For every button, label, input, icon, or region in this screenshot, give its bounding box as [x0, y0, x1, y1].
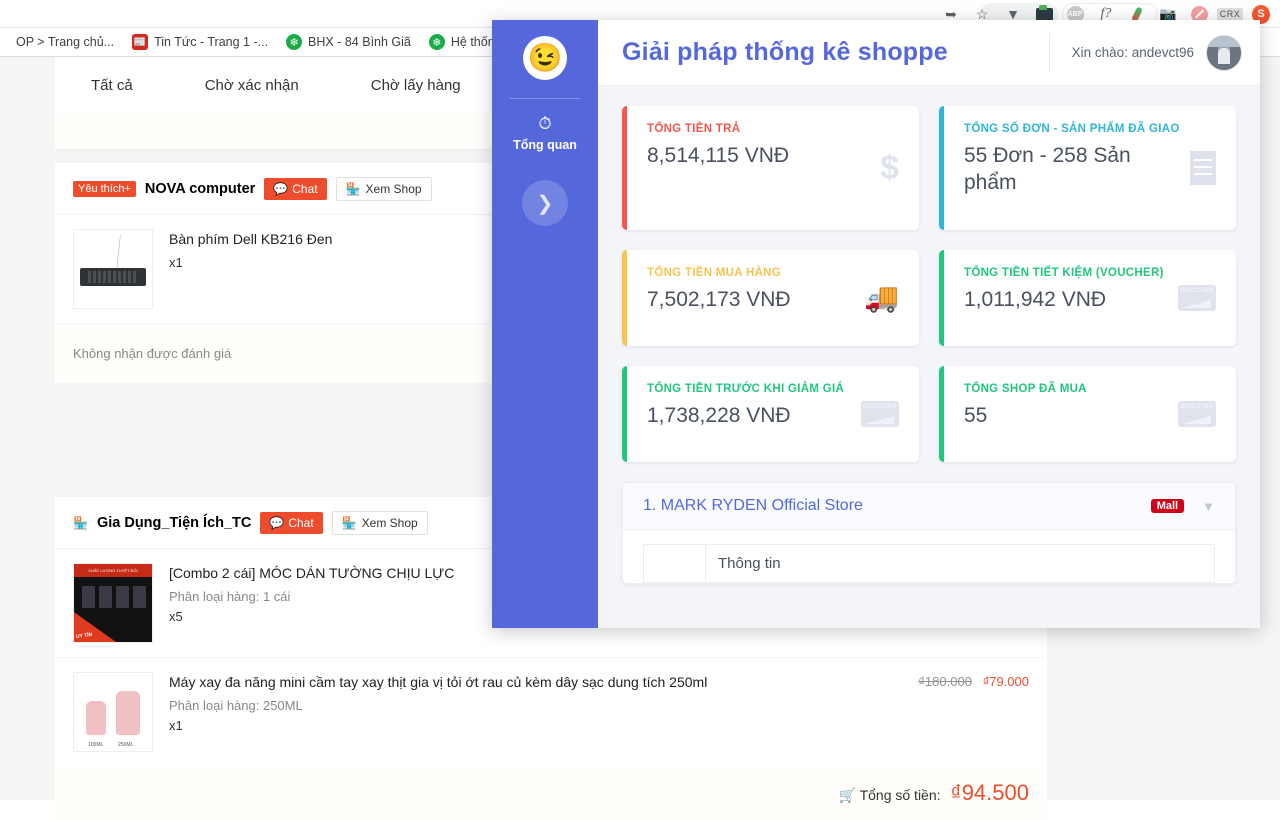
bookmark-label: Tin Tức - Trang 1 -... [154, 35, 269, 49]
greeting-text: Xin chào: andevct96 [1071, 45, 1194, 60]
product-quantity: x1 [169, 718, 183, 733]
table-header-blank [643, 544, 706, 583]
bookmark-item[interactable]: ❄ BHX - 84 Bình Giã [286, 34, 411, 50]
product-quantity: x5 [169, 609, 183, 624]
tab-cho-lay-hang[interactable]: Chờ lấy hàng [335, 77, 497, 94]
dollar-icon: $ [880, 149, 899, 187]
stat-value: 55 [964, 404, 988, 427]
bookmark-label: OP > Trang chủ... [16, 35, 115, 49]
stat-card-tong-tien-tiet-kiem: TỔNG TIỀN TIẾT KIỆM (VOUCHER) 1,011,942 … [939, 250, 1236, 346]
receipt-icon [1190, 151, 1216, 185]
shop-detail-table: Thông tin [643, 544, 1215, 583]
truck-icon: 🚚 [864, 282, 899, 313]
bookmark-favicon: 📰 [132, 34, 149, 50]
credit-card-icon: DISCOVER [1178, 285, 1216, 311]
bookmark-favicon: ❄ [428, 34, 445, 50]
order-total-bar: 🛒 Tổng số tiền: ₫94.500 [55, 766, 1047, 820]
chat-icon: 💬 [269, 515, 285, 530]
bookmark-item[interactable]: 📰 Tin Tức - Trang 1 -... [132, 34, 268, 50]
shop-panel-header[interactable]: 1. MARK RYDEN Official Store Mall ▼ [623, 483, 1235, 530]
app-body: TỔNG TIỀN TRẢ 8,514,115 VNĐ $ TỔNG SỐ ĐƠ… [598, 86, 1260, 628]
shop-name[interactable]: NOVA computer [145, 181, 255, 197]
product-title: Bàn phím Dell KB216 Đen [169, 231, 333, 247]
dashboard-gauge-icon: ⏱ [538, 114, 552, 133]
product-thumbnail: CHẤT LƯỢNG TUYỆT ĐỐI UY TÍN [73, 563, 153, 643]
app-header: Giải pháp thống kê shoppe Xin chào: ande… [598, 20, 1260, 86]
tab-tat-ca[interactable]: Tất cả [55, 77, 169, 94]
stat-card-tong-tien-tra: TỔNG TIỀN TRẢ 8,514,115 VNĐ $ [622, 106, 919, 230]
shop-name[interactable]: Gia Dụng_Tiện Ích_TC [97, 515, 251, 531]
total-label: Tổng số tiền: [859, 787, 941, 803]
app-sidebar: 😉 ⏱ Tổng quan ❯ [492, 20, 598, 628]
view-shop-button[interactable]: 🏪 Xem Shop [331, 510, 428, 535]
view-shop-label: Xem Shop [361, 515, 418, 530]
wink-face-icon: 😉 [523, 36, 567, 80]
stat-label: TỔNG TIỀN TIẾT KIỆM (VOUCHER) [964, 267, 1164, 279]
total-amount: ₫94.500 [950, 780, 1029, 805]
chat-button[interactable]: 💬 Chat [264, 177, 327, 200]
tab-cho-xac-nhan[interactable]: Chờ xác nhận [169, 77, 335, 94]
stat-value: 1,011,942 VNĐ [964, 288, 1107, 311]
stat-value: 7,502,173 VNĐ [647, 288, 791, 311]
stat-card-tong-shop-da-mua: TỔNG SHOP ĐÃ MUA 55 DISCOVER [939, 366, 1236, 462]
chevron-right-icon[interactable]: ❯ [522, 180, 568, 226]
sidebar-item-tong-quan[interactable]: ⏱ Tổng quan [513, 115, 577, 152]
stat-label: TỔNG SHOP ĐÃ MUA [964, 383, 1087, 395]
product-variant: Phân loại hàng: 250ML [169, 698, 303, 713]
view-shop-label: Xem Shop [365, 181, 422, 196]
product-thumbnail [73, 229, 153, 309]
stat-label: TỔNG TIỀN TRẢ [647, 123, 741, 135]
sidebar-divider [510, 98, 580, 99]
shop-panel: 1. MARK RYDEN Official Store Mall ▼ Thôn… [622, 482, 1236, 584]
credit-card-icon: DISCOVER [861, 401, 899, 427]
credit-card-icon: DISCOVER [1178, 401, 1216, 427]
sidebar-item-label: Tổng quan [513, 138, 577, 152]
statistics-app-window: 😉 ⏱ Tổng quan ❯ Giải pháp thống kê shopp… [492, 20, 1260, 628]
favorite-badge: Yêu thích+ [73, 180, 136, 197]
avatar[interactable] [1206, 34, 1242, 71]
shop-panel-body: Thông tin [623, 530, 1235, 583]
stat-value: 8,514,115 VNĐ [647, 144, 790, 167]
product-variant: Phân loại hàng: 1 cái [169, 589, 291, 604]
product-quantity: x1 [169, 255, 183, 270]
product-row[interactable]: 100ML 250ML Máy xay đa năng mini cầm tay… [55, 657, 1047, 766]
storefront-icon: 🏪 [341, 515, 357, 530]
stat-value: 55 Đơn - 258 Sản phẩm [964, 144, 1131, 195]
stat-value: 1,738,228 VNĐ [647, 404, 791, 427]
stat-card-tong-tien-mua-hang: TỔNG TIỀN MUA HÀNG 7,502,173 VNĐ 🚚 [622, 250, 919, 346]
shop-panel-title: 1. MARK RYDEN Official Store [643, 497, 863, 514]
stats-grid: TỔNG TIỀN TRẢ 8,514,115 VNĐ $ TỔNG SỐ ĐƠ… [622, 106, 1236, 462]
chat-button[interactable]: 💬 Chat [260, 511, 323, 534]
bookmark-favicon [0, 34, 10, 50]
product-title: [Combo 2 cái] MÓC DÁN TƯỜNG CHỊU LỰC [169, 565, 455, 581]
bookmark-label: BHX - 84 Bình Giã [308, 35, 411, 49]
bookmark-favicon: ❄ [286, 34, 303, 50]
stat-label: TỔNG SỐ ĐƠN - SẢN PHẨM ĐÃ GIAO [964, 123, 1180, 135]
storefront-icon: 🏪 [345, 181, 361, 196]
chat-label: Chat [288, 515, 314, 530]
user-area[interactable]: Xin chào: andevct96 [1048, 32, 1242, 73]
product-new-price: ₫79.000 [982, 674, 1029, 689]
chevron-down-icon[interactable]: ▼ [1202, 499, 1215, 514]
storefront-icon: 🏪 [73, 515, 88, 530]
table-row: Thông tin [643, 544, 1215, 583]
chat-icon: 💬 [273, 181, 289, 196]
table-header-thong-tin: Thông tin [705, 544, 1215, 583]
product-price: ₫180.000 ₫79.000 [918, 672, 1029, 689]
total-icon: 🛒 [838, 787, 856, 803]
product-title: Máy xay đa năng mini cầm tay xay thịt gi… [169, 674, 708, 690]
product-old-price: ₫180.000 [918, 674, 972, 689]
stat-card-tong-so-don: TỔNG SỐ ĐƠN - SẢN PHẨM ĐÃ GIAO 55 Đơn - … [939, 106, 1236, 230]
product-thumbnail: 100ML 250ML [73, 672, 153, 752]
bookmark-item[interactable]: OP > Trang chủ... [0, 34, 114, 50]
chat-label: Chat [292, 181, 318, 196]
app-main: Giải pháp thống kê shoppe Xin chào: ande… [598, 20, 1260, 628]
stat-label: TỔNG TIỀN TRƯỚC KHI GIẢM GIÁ [647, 383, 845, 395]
stat-card-tong-tien-truoc-giam-gia: TỔNG TIỀN TRƯỚC KHI GIẢM GIÁ 1,738,228 V… [622, 366, 919, 462]
view-shop-button[interactable]: 🏪 Xem Shop [335, 176, 432, 201]
stat-label: TỔNG TIỀN MUA HÀNG [647, 267, 782, 279]
page-title: Giải pháp thống kê shoppe [622, 38, 948, 66]
mall-badge: Mall [1150, 499, 1185, 513]
